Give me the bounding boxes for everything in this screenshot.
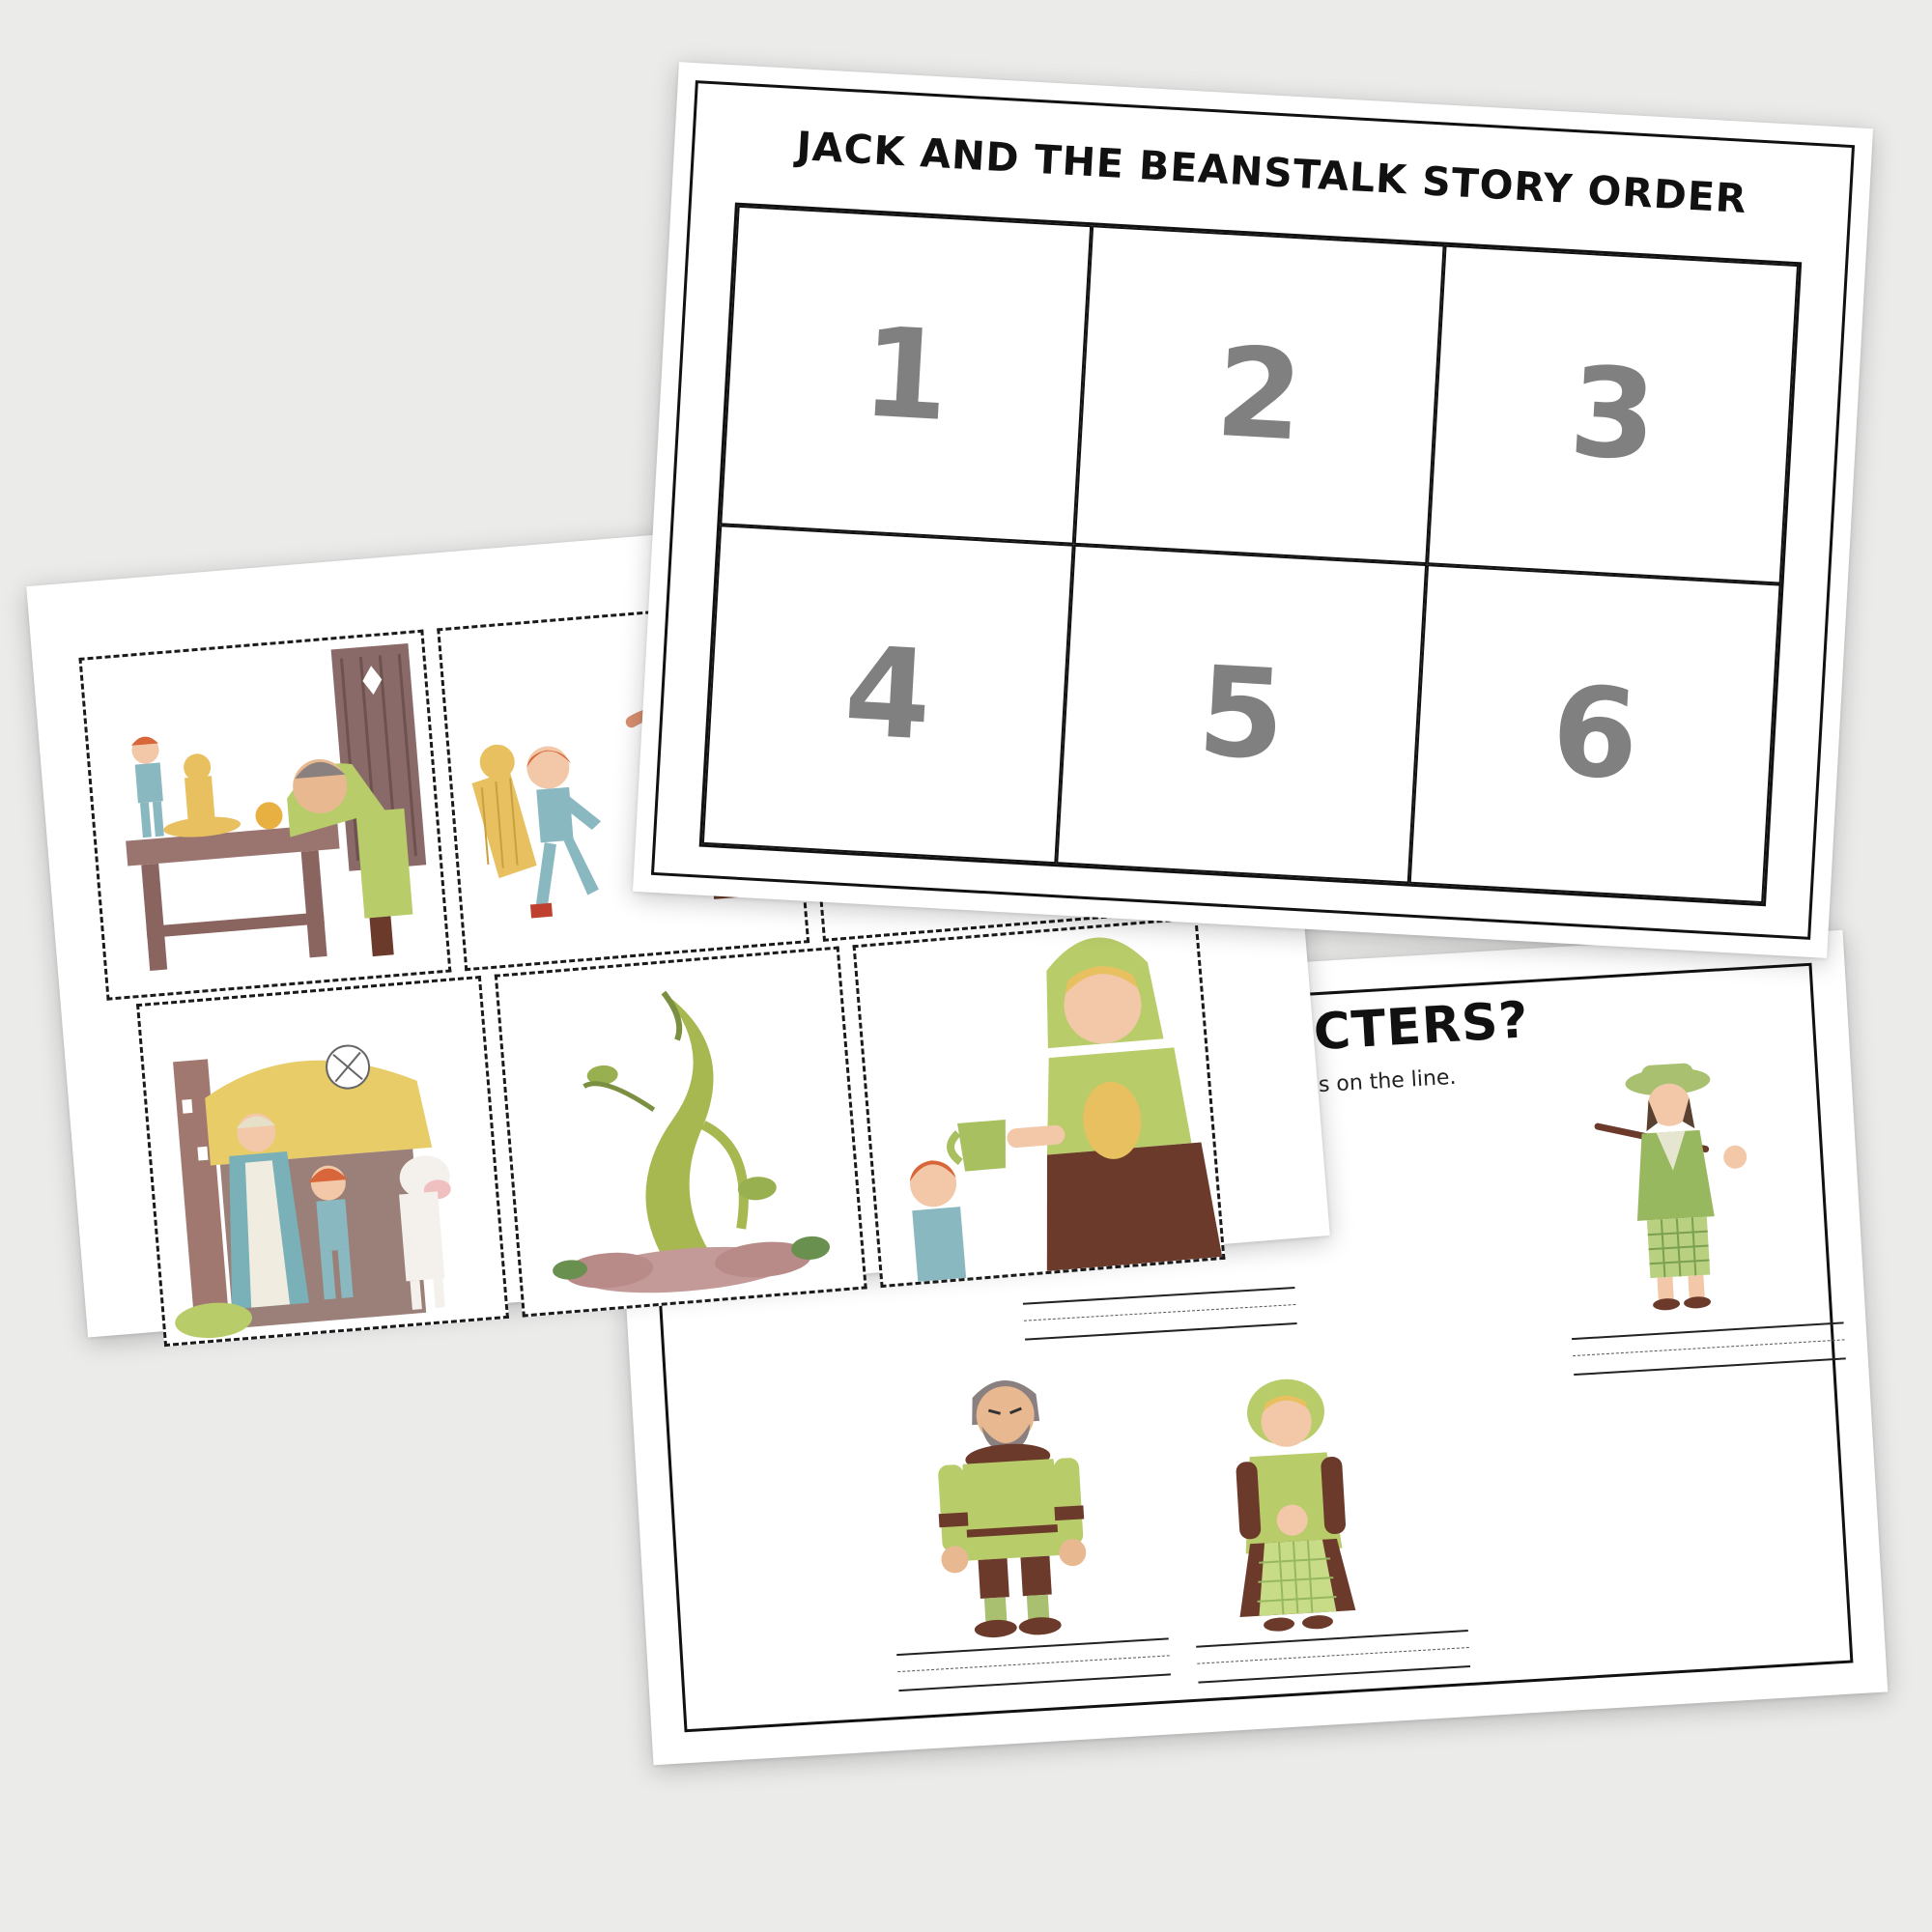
giants-wife-character — [1236, 1378, 1356, 1632]
sleeping-giant-illustration — [126, 642, 427, 972]
box-number: 4 — [840, 619, 935, 769]
box-number: 5 — [1194, 639, 1289, 789]
cut-out-card[interactable] — [136, 975, 509, 1348]
box-number: 6 — [1548, 659, 1642, 809]
story-order-grid: 1 2 3 4 5 6 — [698, 202, 1803, 907]
story-order-box-4[interactable]: 4 — [701, 525, 1074, 865]
story-order-box-5[interactable]: 5 — [1055, 544, 1428, 884]
cut-out-card[interactable] — [78, 629, 452, 1001]
cut-out-card[interactable] — [494, 946, 867, 1318]
story-order-box-3[interactable]: 3 — [1427, 244, 1800, 584]
box-number: 1 — [858, 300, 953, 450]
story-order-box-1[interactable]: 1 — [720, 205, 1092, 545]
box-number: 3 — [1566, 340, 1661, 490]
box-number: 2 — [1212, 320, 1307, 469]
story-order-box-6[interactable]: 6 — [1408, 564, 1781, 904]
beanstalk-illustration — [553, 990, 831, 1293]
wife-giving-drink-illustration — [909, 937, 1223, 1282]
story-order-sheet: JACK AND THE BEANSTALK STORY ORDER 1 2 3… — [632, 62, 1874, 958]
cottage-scene-illustration — [173, 1044, 451, 1339]
cut-out-card[interactable] — [852, 916, 1226, 1289]
old-man-character — [1594, 1063, 1747, 1311]
story-order-box-2[interactable]: 2 — [1073, 225, 1445, 565]
giant-character — [938, 1380, 1087, 1638]
